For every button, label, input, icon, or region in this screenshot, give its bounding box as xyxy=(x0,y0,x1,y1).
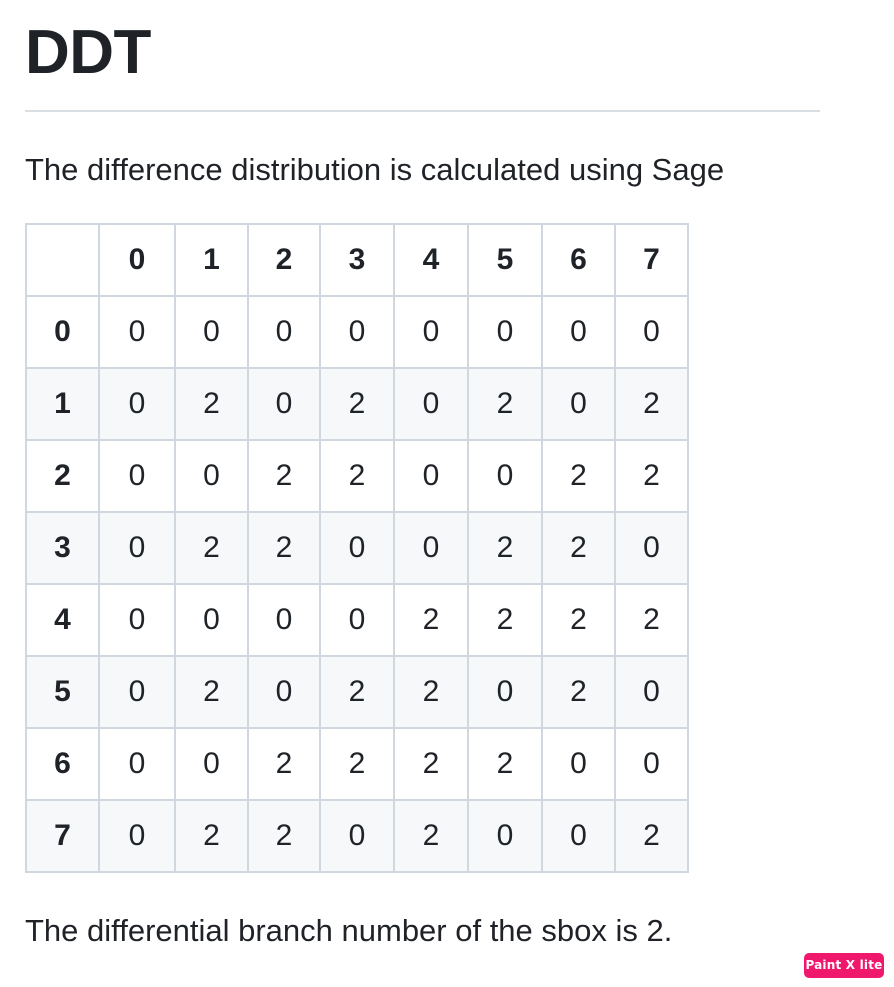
table-row: 7 0 2 2 0 2 0 0 2 xyxy=(25,799,689,873)
column-header: 2 xyxy=(247,223,321,297)
page-title: DDT xyxy=(25,18,151,87)
table-cell: 2 xyxy=(614,367,689,441)
row-header: 0 xyxy=(25,295,100,369)
table-cell: 2 xyxy=(393,727,469,801)
table-cell: 0 xyxy=(467,655,543,729)
table-cell: 2 xyxy=(319,655,395,729)
table-cell: 2 xyxy=(467,367,543,441)
table-cell: 2 xyxy=(614,799,689,873)
table-row: 2 0 0 2 2 0 0 2 2 xyxy=(25,439,689,513)
table-row: 4 0 0 0 0 2 2 2 2 xyxy=(25,583,689,657)
table-cell: 0 xyxy=(174,295,249,369)
row-header: 7 xyxy=(25,799,100,873)
table-cell: 2 xyxy=(319,727,395,801)
table-cell: 0 xyxy=(174,727,249,801)
table-cell: 2 xyxy=(174,511,249,585)
table-cell: 2 xyxy=(541,655,616,729)
row-header: 5 xyxy=(25,655,100,729)
header-row: 0 1 2 3 4 5 6 7 xyxy=(25,223,689,297)
table-cell: 0 xyxy=(614,295,689,369)
table-cell: 2 xyxy=(247,727,321,801)
table-cell: 2 xyxy=(467,511,543,585)
table-cell: 2 xyxy=(467,727,543,801)
table-cell: 0 xyxy=(247,583,321,657)
table-cell: 0 xyxy=(98,295,176,369)
intro-paragraph: The difference distribution is calculate… xyxy=(25,152,725,187)
table-cell: 0 xyxy=(98,799,176,873)
ddt-table: 0 1 2 3 4 5 6 7 0 0 0 0 0 0 0 0 0 1 0 2 … xyxy=(25,223,689,873)
column-header: 5 xyxy=(467,223,543,297)
table-cell: 2 xyxy=(174,655,249,729)
ddt-table-header: 0 1 2 3 4 5 6 7 xyxy=(25,223,689,297)
table-cell: 0 xyxy=(614,727,689,801)
table-cell: 2 xyxy=(247,511,321,585)
row-header: 1 xyxy=(25,367,100,441)
table-cell: 0 xyxy=(98,583,176,657)
table-cell: 2 xyxy=(393,655,469,729)
table-cell: 2 xyxy=(174,799,249,873)
table-row: 5 0 2 0 2 2 0 2 0 xyxy=(25,655,689,729)
row-header: 4 xyxy=(25,583,100,657)
table-cell: 0 xyxy=(541,367,616,441)
paint-x-lite-badge[interactable]: Paint X lite xyxy=(804,953,884,978)
table-row: 6 0 0 2 2 2 2 0 0 xyxy=(25,727,689,801)
table-cell: 2 xyxy=(393,799,469,873)
table-cell: 0 xyxy=(319,583,395,657)
table-cell: 2 xyxy=(174,367,249,441)
table-cell: 0 xyxy=(247,655,321,729)
table-cell: 2 xyxy=(393,583,469,657)
row-header: 2 xyxy=(25,439,100,513)
table-cell: 0 xyxy=(319,295,395,369)
document-body: DDT The difference distribution is calcu… xyxy=(25,0,820,951)
column-header: 0 xyxy=(98,223,176,297)
table-cell: 0 xyxy=(98,367,176,441)
corner-cell xyxy=(25,223,100,297)
column-header: 4 xyxy=(393,223,469,297)
column-header: 7 xyxy=(614,223,689,297)
table-cell: 0 xyxy=(393,367,469,441)
table-cell: 2 xyxy=(541,511,616,585)
column-header: 1 xyxy=(174,223,249,297)
heading-divider xyxy=(25,110,820,112)
table-cell: 2 xyxy=(614,583,689,657)
table-cell: 0 xyxy=(393,439,469,513)
table-cell: 0 xyxy=(174,439,249,513)
table-cell: 2 xyxy=(319,439,395,513)
table-cell: 2 xyxy=(614,439,689,513)
ddt-table-body: 0 0 0 0 0 0 0 0 0 1 0 2 0 2 0 2 0 2 2 0 … xyxy=(25,295,689,873)
table-cell: 2 xyxy=(247,439,321,513)
table-cell: 2 xyxy=(319,367,395,441)
table-cell: 0 xyxy=(541,295,616,369)
table-cell: 0 xyxy=(614,655,689,729)
table-cell: 0 xyxy=(98,511,176,585)
table-cell: 0 xyxy=(614,511,689,585)
table-cell: 0 xyxy=(247,295,321,369)
row-header: 6 xyxy=(25,727,100,801)
table-cell: 0 xyxy=(98,439,176,513)
table-row: 3 0 2 2 0 0 2 2 0 xyxy=(25,511,689,585)
table-cell: 0 xyxy=(467,799,543,873)
table-cell: 0 xyxy=(247,367,321,441)
table-cell: 2 xyxy=(247,799,321,873)
table-cell: 0 xyxy=(541,727,616,801)
row-header: 3 xyxy=(25,511,100,585)
table-cell: 2 xyxy=(541,439,616,513)
table-cell: 0 xyxy=(393,511,469,585)
column-header: 6 xyxy=(541,223,616,297)
table-row: 1 0 2 0 2 0 2 0 2 xyxy=(25,367,689,441)
table-cell: 0 xyxy=(174,583,249,657)
branch-number-paragraph: The differential branch number of the sb… xyxy=(25,913,673,948)
table-cell: 0 xyxy=(541,799,616,873)
table-cell: 0 xyxy=(319,799,395,873)
column-header: 3 xyxy=(319,223,395,297)
table-cell: 0 xyxy=(319,511,395,585)
table-cell: 0 xyxy=(467,439,543,513)
table-cell: 2 xyxy=(541,583,616,657)
table-cell: 0 xyxy=(467,295,543,369)
table-cell: 0 xyxy=(98,727,176,801)
table-cell: 2 xyxy=(467,583,543,657)
table-cell: 0 xyxy=(98,655,176,729)
table-row: 0 0 0 0 0 0 0 0 0 xyxy=(25,295,689,369)
table-cell: 0 xyxy=(393,295,469,369)
